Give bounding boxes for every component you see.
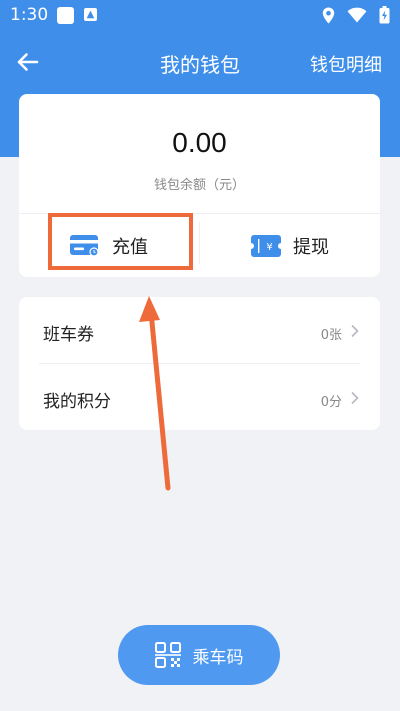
notification-square-icon <box>57 7 74 24</box>
battery-icon <box>379 6 390 24</box>
wallet-details-link[interactable]: 钱包明细 <box>310 51 382 77</box>
wifi-icon <box>347 7 367 23</box>
balance-card: 0.00 钱包余额（元） 充值 ¥ 提现 <box>19 94 380 277</box>
recharge-button[interactable]: 充值 <box>19 214 199 277</box>
svg-text:¥: ¥ <box>266 242 272 253</box>
card-icon <box>70 234 99 257</box>
list-item-label: 班车券 <box>43 325 94 345</box>
ride-code-label: 乘车码 <box>192 647 244 668</box>
withdraw-label: 提现 <box>293 236 329 258</box>
recharge-label: 充值 <box>112 236 148 258</box>
a-badge-icon: ▲ <box>84 8 97 21</box>
list-item-value: 0张 <box>320 328 342 343</box>
location-icon <box>322 7 335 23</box>
chevron-right-icon <box>351 324 359 338</box>
list-item-points[interactable]: 我的积分 0分 <box>19 364 380 430</box>
list-item-bus-coupons[interactable]: 班车券 0张 <box>19 297 380 364</box>
list-card: 班车券 0张 我的积分 0分 <box>19 297 380 430</box>
balance-label: 钱包余额（元） <box>153 178 245 193</box>
status-icons <box>322 6 390 24</box>
yen-ticket-icon: ¥ <box>251 234 281 257</box>
status-bar: 1:30 ▲ <box>0 0 400 32</box>
withdraw-button[interactable]: ¥ 提现 <box>200 214 380 277</box>
qr-code-icon <box>154 642 181 668</box>
nav-bar: 我的钱包 钱包明细 <box>0 40 400 84</box>
list-item-value: 0分 <box>320 395 342 410</box>
list-item-label: 我的积分 <box>43 392 111 412</box>
status-time: 1:30 <box>10 5 49 25</box>
balance-amount: 0.00 <box>172 127 227 158</box>
chevron-right-icon <box>351 391 359 405</box>
ride-code-button[interactable]: 乘车码 <box>118 625 280 685</box>
